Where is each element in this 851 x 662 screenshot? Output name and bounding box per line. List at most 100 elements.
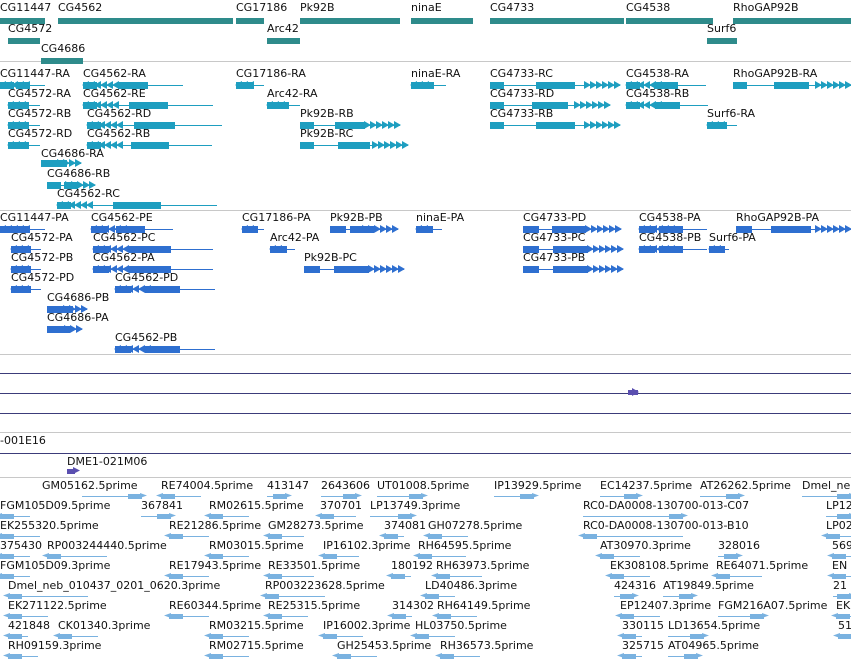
protein-cg4733-pb-exon-0[interactable]: [523, 266, 539, 273]
genome-browser-view[interactable]: CG11447 CG4562 CG17186 Pk92B ninaE CG4733 CG45…: [0, 0, 851, 662]
est-label-gm05162-5prime[interactable]: GM05162.5prime: [42, 480, 138, 492]
est-label-rh09159-3prime[interactable]: RH09159.3prime: [8, 640, 101, 652]
est-label-325715[interactable]: 325715: [622, 640, 664, 652]
transcript-label-cg4562-re[interactable]: CG4562-RE: [83, 88, 146, 100]
gene-label-cg4562[interactable]: CG4562: [58, 2, 102, 14]
protein-cg4733-pb-exon-1[interactable]: [553, 266, 588, 273]
protein-label-cg11447-pa[interactable]: CG11447-PA: [0, 212, 69, 224]
protein-label-cg4562-pb[interactable]: CG4562-PB: [115, 332, 177, 344]
gene-label-ninae[interactable]: ninaE: [411, 2, 442, 14]
transcript-label-cg4562-ra[interactable]: CG4562-RA: [83, 68, 146, 80]
protein-label-cg4686-pa[interactable]: CG4686-PA: [47, 312, 109, 324]
est-label-en[interactable]: EN: [832, 560, 847, 572]
est-line-rc0-da0008-130700-013-c07[interactable]: [583, 516, 683, 517]
transcript-pk92b-rc-exon-0[interactable]: [300, 142, 314, 149]
gene-label-cg4733[interactable]: CG4733: [490, 2, 534, 14]
est-label-rh64149-5prime[interactable]: RH64149.5prime: [437, 600, 530, 612]
est-label-424316[interactable]: 424316: [614, 580, 656, 592]
est-label-413147[interactable]: 413147: [267, 480, 309, 492]
gene-label-cg11447[interactable]: CG11447: [0, 2, 51, 14]
gene-label-rhogap92b[interactable]: RhoGAP92B: [733, 2, 799, 14]
est-label-314302[interactable]: 314302: [392, 600, 434, 612]
est-label-re17943-5prime[interactable]: RE17943.5prime: [169, 560, 261, 572]
protein-label-cg4572-pd[interactable]: CG4572-PD: [11, 272, 74, 284]
protein-label-arc42-pa[interactable]: Arc42-PA: [270, 232, 319, 244]
transcript-label-cg4562-rb[interactable]: CG4562-RB: [87, 128, 150, 140]
transcript-cg4733-rb-exon-0[interactable]: [490, 122, 504, 129]
protein-label-cg4538-pb[interactable]: CG4538-PB: [639, 232, 701, 244]
est-label-ip13929-5prime[interactable]: IP13929.5prime: [494, 480, 581, 492]
est-label-re33501-5prime[interactable]: RE33501.5prime: [268, 560, 360, 572]
est-label-2643606[interactable]: 2643606: [321, 480, 370, 492]
est-label-330115[interactable]: 330115: [622, 620, 664, 632]
gene-label-cg4538[interactable]: CG4538: [626, 2, 670, 14]
est-label-rp003223628-5prime[interactable]: RP003223628.5prime: [265, 580, 385, 592]
gene-bar-ninae[interactable]: [411, 18, 473, 24]
transcript-label-cg17186-ra[interactable]: CG17186-RA: [236, 68, 306, 80]
protein-label-rhogap92b-pa[interactable]: RhoGAP92B-PA: [736, 212, 819, 224]
est-label-rm03215-5prime[interactable]: RM03215.5prime: [209, 620, 304, 632]
protein-label-cg4686-pb[interactable]: CG4686-PB: [47, 292, 109, 304]
est-label-367841[interactable]: 367841: [141, 500, 183, 512]
est-label-gm28273-5prime[interactable]: GM28273.5prime: [268, 520, 364, 532]
protein-label-pk92b-pc[interactable]: Pk92B-PC: [304, 252, 357, 264]
protein-pk92b-pb-exon-0[interactable]: [330, 226, 346, 233]
est-label-rh63973-5prime[interactable]: RH63973.5prime: [436, 560, 529, 572]
est-label-at19849-5prime[interactable]: AT19849.5prime: [663, 580, 754, 592]
est-label-at30970-3prime[interactable]: AT30970.3prime: [600, 540, 691, 552]
gene-bar-rhogap92b[interactable]: [733, 18, 851, 24]
est-label-fgm105d09-3prime[interactable]: FGM105D09.3prime: [0, 560, 110, 572]
est-label-375430[interactable]: 375430: [0, 540, 42, 552]
gene-bar-pk92b[interactable]: [300, 18, 400, 24]
est-label-lp13749-3prime[interactable]: LP13749.3prime: [370, 500, 460, 512]
transcript-label-cg4538-ra[interactable]: CG4538-RA: [626, 68, 689, 80]
protein-label-pk92b-pb[interactable]: Pk92B-PB: [330, 212, 383, 224]
transcript-cg4562-rc-exon-1[interactable]: [113, 202, 161, 209]
est-label-at26262-5prime[interactable]: AT26262.5prime: [700, 480, 791, 492]
transcript-label-cg11447-ra[interactable]: CG11447-RA: [0, 68, 70, 80]
gene-bar-cg4538[interactable]: [626, 18, 713, 24]
est-label-lp02[interactable]: LP02: [826, 520, 851, 532]
gene-label-arc42[interactable]: Arc42: [267, 23, 299, 35]
transcript-label-cg4538-rb[interactable]: CG4538-RB: [626, 88, 689, 100]
est-label-180192[interactable]: 180192: [391, 560, 433, 572]
gene-bar-surf6[interactable]: [707, 38, 737, 44]
transcript-cg4562-rb-exon-1[interactable]: [131, 142, 169, 149]
est-label-ip16002-3prime[interactable]: IP16002.3prime: [323, 620, 410, 632]
est-label-at04965-5prime[interactable]: AT04965.5prime: [668, 640, 759, 652]
protein-label-cg4733-pb[interactable]: CG4733-PB: [523, 252, 585, 264]
gene-label-cg17186[interactable]: CG17186: [236, 2, 287, 14]
est-label-370701[interactable]: 370701: [320, 500, 362, 512]
transcript-label-cg4733-rb[interactable]: CG4733-RB: [490, 108, 553, 120]
est-label-ec14237-5prime[interactable]: EC14237.5prime: [600, 480, 692, 492]
est-label-gh07278-5prime[interactable]: GH07278.5prime: [428, 520, 522, 532]
transcript-label-cg4572-rb[interactable]: CG4572-RB: [8, 108, 71, 120]
transcript-cg4733-rb-exon-1[interactable]: [536, 122, 575, 129]
est-label-rm02715-5prime[interactable]: RM02715.5prime: [209, 640, 304, 652]
gene-label-cg4686[interactable]: CG4686: [41, 43, 85, 55]
est-label-rc0-da0008-130700-013-c07[interactable]: RC0-DA0008-130700-013-C07: [583, 500, 749, 512]
transcript-rhogap92b-ra-exon-1[interactable]: [774, 82, 809, 89]
transcript-label-cg4733-rd[interactable]: CG4733-RD: [490, 88, 554, 100]
gene-bar-cg4733[interactable]: [490, 18, 624, 24]
gene-bar-cg4686[interactable]: [41, 58, 83, 64]
est-label-ek[interactable]: EK: [836, 600, 850, 612]
protein-label-cg4733-pc[interactable]: CG4733-PC: [523, 232, 585, 244]
est-label-328016[interactable]: 328016: [718, 540, 760, 552]
est-label-rh64595-5prime[interactable]: RH64595.5prime: [418, 540, 511, 552]
est-label-lp12[interactable]: LP12: [826, 500, 851, 512]
est-label-rp003244440-5prime[interactable]: RP003244440.5prime: [47, 540, 167, 552]
transcript-label-arc42-ra[interactable]: Arc42-RA: [267, 88, 318, 100]
protein-label-cg4562-pc[interactable]: CG4562-PC: [93, 232, 155, 244]
clone-marker-bar[interactable]: [628, 390, 638, 395]
transcript-label-ninae-ra[interactable]: ninaE-RA: [411, 68, 460, 80]
transcript-cg4686-ra-exon-0[interactable]: [41, 160, 55, 167]
transcript-label-pk92b-rc[interactable]: Pk92B-RC: [300, 128, 353, 140]
est-label-ek255320-5prime[interactable]: EK255320.5prime: [0, 520, 99, 532]
gene-label-cg4572[interactable]: CG4572: [8, 23, 52, 35]
protein-label-surf6-pa[interactable]: Surf6-PA: [709, 232, 756, 244]
est-label-ld40486-3prime[interactable]: LD40486.3prime: [425, 580, 517, 592]
est-label-374081[interactable]: 374081: [384, 520, 426, 532]
est-line-rc0-da0008-130700-013-b10[interactable]: [583, 536, 683, 537]
protein-rhogap92b-pa-exon-1[interactable]: [771, 226, 811, 233]
